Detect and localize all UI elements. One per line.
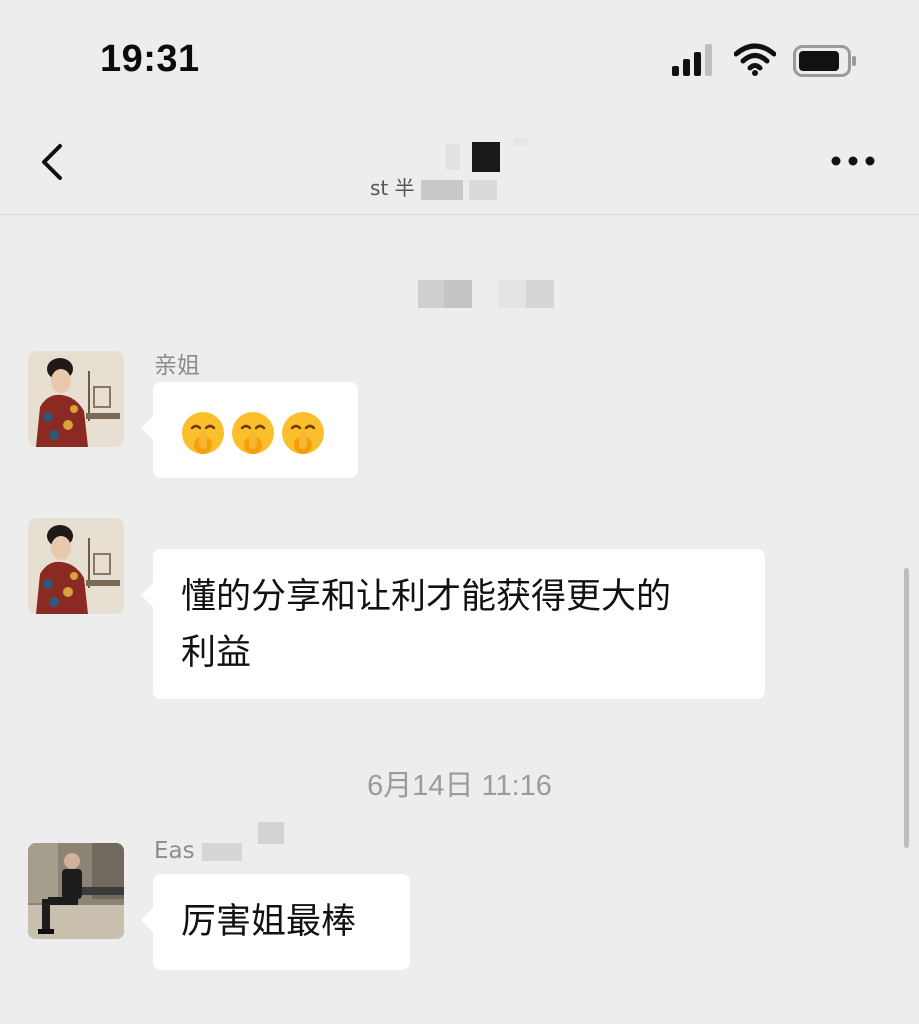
status-bar: 19:31 [0, 0, 919, 110]
shushing-face-emoji [232, 412, 274, 454]
redacted-block [201, 842, 242, 861]
more-dots-icon[interactable] [826, 146, 882, 176]
battery-icon [793, 45, 856, 77]
chat-subtitle: st 半 [370, 172, 498, 201]
message-bubble[interactable] [141, 382, 358, 478]
chat-title-redacted [400, 138, 530, 172]
message-text: 厉害姐最棒 [181, 902, 357, 942]
cellular-signal-icon [672, 44, 712, 76]
redacted-block [469, 179, 498, 200]
time-separator: 6月14日 11:16 [367, 770, 552, 802]
message-bubble[interactable]: 懂的分享和让利才能获得更大的 利益 [141, 549, 765, 699]
message-text: 懂的分享和让利才能获得更大的 [181, 577, 672, 617]
status-time: 19:31 [100, 38, 200, 80]
redacted-block [420, 179, 463, 200]
chevron-left-icon[interactable] [28, 132, 78, 192]
sender-name: Eas [154, 838, 242, 864]
avatar[interactable] [28, 351, 124, 447]
shushing-face-emoji [282, 412, 324, 454]
message-bubble[interactable]: 厉害姐最棒 [141, 874, 410, 970]
shushing-face-emoji [182, 412, 224, 454]
avatar[interactable] [28, 843, 124, 939]
scrollbar[interactable] [904, 568, 909, 848]
sender-name: 亲姐 [154, 353, 200, 379]
time-separator-redacted [418, 280, 558, 308]
wifi-icon [734, 43, 776, 76]
avatar[interactable] [28, 518, 124, 614]
message-text: 利益 [181, 633, 252, 673]
chat-header: st 半 [0, 110, 919, 215]
redacted-block [258, 822, 284, 844]
